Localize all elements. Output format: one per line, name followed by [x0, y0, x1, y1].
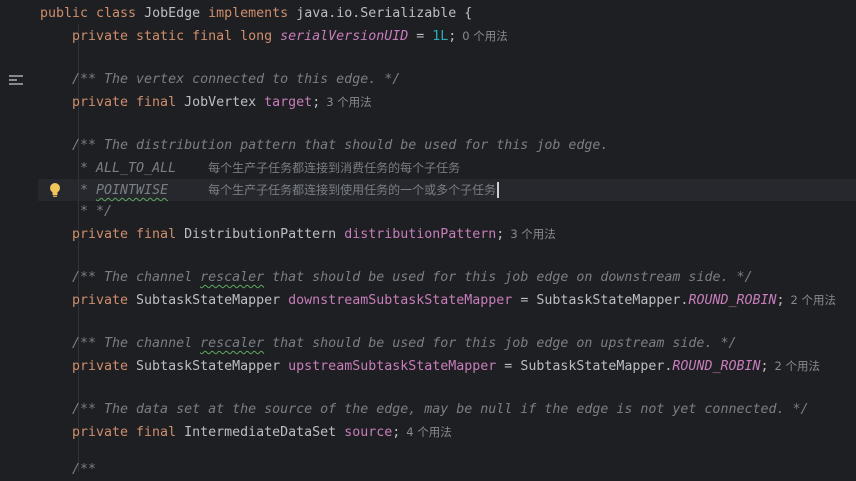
comment-text: /** The channel [72, 270, 201, 285]
editor-gutter [0, 0, 38, 472]
code-editor[interactable]: public class JobEdge implements java.io.… [38, 0, 856, 477]
type: SubtaskStateMapper [136, 293, 289, 308]
field: upstreamSubtaskStateMapper [288, 359, 497, 374]
doc-comment-line: * POINTWISE 每个生产子任务都连接到使用任务的一个或多个子任务 [72, 179, 500, 201]
usage-hint[interactable]: 3 个用法 [326, 95, 371, 109]
field: downstreamSubtaskStateMapper [288, 293, 513, 308]
doc-comment: /** The channel rescaler that should be … [72, 267, 752, 289]
field: distributionPattern [344, 227, 497, 242]
comment-text: that should be used for this job edge on… [264, 336, 737, 351]
keyword: private static final long [72, 29, 281, 44]
code-line: private SubtaskStateMapper downstreamSub… [72, 289, 836, 311]
code-line: private static final long serialVersionU… [72, 25, 508, 47]
doc-comment-line: * ALL_TO_ALL 每个生产子任务都连接到消费任务的每个子任务 [72, 157, 460, 179]
code-line: public class JobEdge implements java.io.… [40, 3, 472, 25]
cn-description: 每个生产子任务都连接到使用任务的一个或多个子任务 [208, 183, 497, 197]
usage-hint[interactable]: 3 个用法 [510, 227, 555, 241]
type: SubtaskStateMapper [136, 359, 289, 374]
text: ; [392, 425, 401, 440]
code-line: private final IntermediateDataSet source… [72, 421, 452, 443]
field: target [264, 95, 313, 110]
comment-prefix: * [72, 183, 97, 198]
keyword: private [72, 359, 137, 374]
type: DistributionPattern [184, 227, 345, 242]
number: 1L [432, 29, 449, 44]
text: = SubtaskStateMapper. [496, 359, 673, 374]
text: = [408, 29, 433, 44]
text: ; [496, 227, 505, 242]
enum-item: POINTWISE [96, 183, 169, 198]
keyword: private final [72, 95, 185, 110]
field: serialVersionUID [280, 29, 409, 44]
type: JobVertex [184, 95, 265, 110]
doc-comment: /** [72, 462, 97, 477]
comment-prefix: * [72, 161, 97, 176]
doc-comment-toggle-icon[interactable] [9, 75, 23, 87]
field: source [344, 425, 393, 440]
text: ; [776, 293, 785, 308]
type: IntermediateDataSet [184, 425, 345, 440]
doc-comment: /** The channel rescaler that should be … [72, 333, 736, 355]
usage-hint[interactable]: 2 个用法 [775, 359, 820, 373]
text: ; [312, 95, 321, 110]
doc-comment: /** The distribution pattern that should… [72, 138, 609, 153]
text: ; [760, 359, 769, 374]
comment-text: /** The channel [72, 336, 201, 351]
text-caret [497, 182, 500, 198]
typo-word: rescaler [200, 270, 265, 285]
comment-text: that should be used for this job edge on… [264, 270, 753, 285]
typo-word: rescaler [200, 336, 265, 351]
keyword: implements [208, 6, 297, 21]
code-line: private SubtaskStateMapper upstreamSubta… [72, 355, 820, 377]
code-line: private final JobVertex target; 3 个用法 [72, 91, 372, 113]
doc-comment: * */ [72, 204, 113, 219]
code-line: private final DistributionPattern distri… [72, 223, 556, 245]
keyword: private final [72, 425, 185, 440]
text: = SubtaskStateMapper. [512, 293, 689, 308]
keyword: public class [40, 6, 145, 21]
keyword: private final [72, 227, 185, 242]
text: ; [448, 29, 457, 44]
constant: ROUND_ROBIN [688, 293, 777, 308]
text: java.io.Serializable { [296, 6, 473, 21]
keyword: private [72, 293, 137, 308]
doc-comment: /** The data set at the source of the ed… [72, 402, 809, 417]
usage-hint[interactable]: 2 个用法 [791, 293, 836, 307]
constant: ROUND_ROBIN [672, 359, 761, 374]
class-name: JobEdge [144, 6, 209, 21]
doc-comment: /** The vertex connected to this edge. *… [72, 72, 401, 87]
enum-item: ALL_TO_ALL [96, 161, 177, 176]
cn-description: 每个生产子任务都连接到消费任务的每个子任务 [208, 161, 461, 175]
usage-hint[interactable]: 0 个用法 [462, 29, 507, 43]
usage-hint[interactable]: 4 个用法 [406, 425, 451, 439]
